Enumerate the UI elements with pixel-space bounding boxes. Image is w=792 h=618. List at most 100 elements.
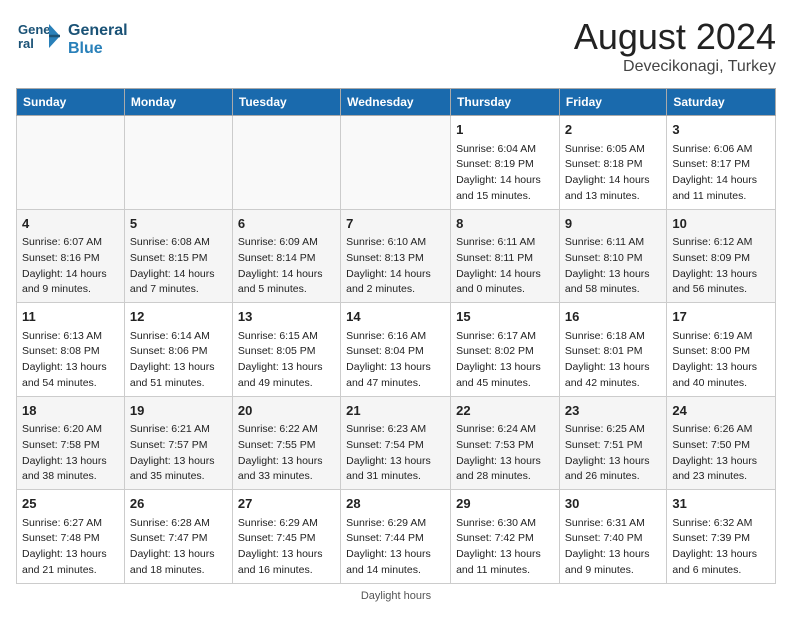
day-info: Sunrise: 6:14 AM bbox=[130, 329, 227, 345]
calendar-cell: 12Sunrise: 6:14 AMSunset: 8:06 PMDayligh… bbox=[124, 303, 232, 397]
calendar-cell: 21Sunrise: 6:23 AMSunset: 7:54 PMDayligh… bbox=[341, 396, 451, 490]
calendar-cell: 4Sunrise: 6:07 AMSunset: 8:16 PMDaylight… bbox=[17, 209, 125, 303]
day-number: 21 bbox=[346, 401, 445, 421]
day-info: Sunset: 8:16 PM bbox=[22, 251, 119, 267]
day-info: Sunrise: 6:32 AM bbox=[672, 516, 770, 532]
day-number: 31 bbox=[672, 494, 770, 514]
calendar-cell: 24Sunrise: 6:26 AMSunset: 7:50 PMDayligh… bbox=[667, 396, 776, 490]
day-number: 19 bbox=[130, 401, 227, 421]
header-thursday: Thursday bbox=[451, 89, 560, 116]
day-info: Sunrise: 6:16 AM bbox=[346, 329, 445, 345]
day-number: 18 bbox=[22, 401, 119, 421]
day-info: Daylight: 13 hours and 31 minutes. bbox=[346, 454, 445, 486]
day-info: Sunset: 7:42 PM bbox=[456, 531, 554, 547]
logo: Gene ral General Blue bbox=[16, 16, 128, 64]
calendar-cell: 16Sunrise: 6:18 AMSunset: 8:01 PMDayligh… bbox=[559, 303, 666, 397]
calendar-cell: 1Sunrise: 6:04 AMSunset: 8:19 PMDaylight… bbox=[451, 116, 560, 210]
page-header: Gene ral General Blue August 2024 Deveci… bbox=[16, 16, 776, 76]
day-info: Sunrise: 6:09 AM bbox=[238, 235, 335, 251]
calendar-cell: 23Sunrise: 6:25 AMSunset: 7:51 PMDayligh… bbox=[559, 396, 666, 490]
calendar-week-4: 18Sunrise: 6:20 AMSunset: 7:58 PMDayligh… bbox=[17, 396, 776, 490]
calendar-cell: 26Sunrise: 6:28 AMSunset: 7:47 PMDayligh… bbox=[124, 490, 232, 584]
header-tuesday: Tuesday bbox=[232, 89, 340, 116]
day-info: Sunset: 7:50 PM bbox=[672, 438, 770, 454]
logo-name-top: General bbox=[68, 22, 128, 40]
day-number: 16 bbox=[565, 307, 661, 327]
calendar-cell: 9Sunrise: 6:11 AMSunset: 8:10 PMDaylight… bbox=[559, 209, 666, 303]
day-info: Daylight: 14 hours and 2 minutes. bbox=[346, 267, 445, 299]
day-number: 9 bbox=[565, 214, 661, 234]
day-info: Daylight: 14 hours and 9 minutes. bbox=[22, 267, 119, 299]
logo-name-bottom: Blue bbox=[68, 40, 128, 58]
header-wednesday: Wednesday bbox=[341, 89, 451, 116]
day-info: Sunrise: 6:11 AM bbox=[565, 235, 661, 251]
header-friday: Friday bbox=[559, 89, 666, 116]
day-info: Sunrise: 6:26 AM bbox=[672, 422, 770, 438]
day-number: 22 bbox=[456, 401, 554, 421]
calendar-week-1: 1Sunrise: 6:04 AMSunset: 8:19 PMDaylight… bbox=[17, 116, 776, 210]
calendar-cell: 15Sunrise: 6:17 AMSunset: 8:02 PMDayligh… bbox=[451, 303, 560, 397]
day-info: Sunrise: 6:12 AM bbox=[672, 235, 770, 251]
day-info: Sunrise: 6:15 AM bbox=[238, 329, 335, 345]
svg-text:Gene: Gene bbox=[18, 22, 51, 37]
day-info: Daylight: 13 hours and 18 minutes. bbox=[130, 547, 227, 579]
calendar-cell: 5Sunrise: 6:08 AMSunset: 8:15 PMDaylight… bbox=[124, 209, 232, 303]
day-number: 26 bbox=[130, 494, 227, 514]
day-number: 12 bbox=[130, 307, 227, 327]
svg-text:ral: ral bbox=[18, 36, 34, 51]
calendar-cell: 14Sunrise: 6:16 AMSunset: 8:04 PMDayligh… bbox=[341, 303, 451, 397]
calendar-cell: 11Sunrise: 6:13 AMSunset: 8:08 PMDayligh… bbox=[17, 303, 125, 397]
day-info: Daylight: 13 hours and 6 minutes. bbox=[672, 547, 770, 579]
day-info: Sunset: 7:51 PM bbox=[565, 438, 661, 454]
calendar-cell bbox=[341, 116, 451, 210]
day-info: Daylight: 13 hours and 58 minutes. bbox=[565, 267, 661, 299]
calendar-cell bbox=[124, 116, 232, 210]
day-number: 25 bbox=[22, 494, 119, 514]
day-info: Sunset: 7:57 PM bbox=[130, 438, 227, 454]
day-info: Sunrise: 6:07 AM bbox=[22, 235, 119, 251]
day-info: Sunrise: 6:21 AM bbox=[130, 422, 227, 438]
day-info: Sunrise: 6:23 AM bbox=[346, 422, 445, 438]
day-info: Daylight: 13 hours and 49 minutes. bbox=[238, 360, 335, 392]
calendar-week-3: 11Sunrise: 6:13 AMSunset: 8:08 PMDayligh… bbox=[17, 303, 776, 397]
day-info: Sunrise: 6:24 AM bbox=[456, 422, 554, 438]
day-info: Daylight: 14 hours and 7 minutes. bbox=[130, 267, 227, 299]
day-info: Daylight: 13 hours and 16 minutes. bbox=[238, 547, 335, 579]
day-info: Daylight: 13 hours and 21 minutes. bbox=[22, 547, 119, 579]
day-number: 29 bbox=[456, 494, 554, 514]
day-info: Sunset: 8:08 PM bbox=[22, 344, 119, 360]
day-info: Sunrise: 6:27 AM bbox=[22, 516, 119, 532]
day-number: 7 bbox=[346, 214, 445, 234]
day-info: Sunset: 8:18 PM bbox=[565, 157, 661, 173]
day-number: 30 bbox=[565, 494, 661, 514]
day-number: 13 bbox=[238, 307, 335, 327]
day-info: Sunset: 8:19 PM bbox=[456, 157, 554, 173]
logo-wordmark: General Blue bbox=[68, 22, 128, 57]
day-info: Sunset: 7:58 PM bbox=[22, 438, 119, 454]
day-number: 27 bbox=[238, 494, 335, 514]
calendar-cell: 10Sunrise: 6:12 AMSunset: 8:09 PMDayligh… bbox=[667, 209, 776, 303]
day-number: 24 bbox=[672, 401, 770, 421]
calendar-cell: 31 Sunrise: 6:32 AMSunset: 7:39 PMDayligh… bbox=[667, 490, 776, 584]
logo-svg: Gene ral bbox=[16, 16, 64, 64]
day-info: Sunrise: 6:25 AM bbox=[565, 422, 661, 438]
day-info: Sunrise: 6:20 AM bbox=[22, 422, 119, 438]
day-info: Daylight: 14 hours and 11 minutes. bbox=[672, 173, 770, 205]
day-info: Daylight: 13 hours and 23 minutes. bbox=[672, 454, 770, 486]
day-info: Daylight: 13 hours and 26 minutes. bbox=[565, 454, 661, 486]
calendar-cell: 20Sunrise: 6:22 AMSunset: 7:55 PMDayligh… bbox=[232, 396, 340, 490]
header-monday: Monday bbox=[124, 89, 232, 116]
calendar-cell: 22Sunrise: 6:24 AMSunset: 7:53 PMDayligh… bbox=[451, 396, 560, 490]
calendar-cell: 18Sunrise: 6:20 AMSunset: 7:58 PMDayligh… bbox=[17, 396, 125, 490]
day-info: Sunset: 8:09 PM bbox=[672, 251, 770, 267]
day-info: Sunrise: 6:29 AM bbox=[346, 516, 445, 532]
calendar-cell bbox=[232, 116, 340, 210]
day-info: Daylight: 13 hours and 28 minutes. bbox=[456, 454, 554, 486]
day-info: Sunset: 7:48 PM bbox=[22, 531, 119, 547]
day-info: Daylight: 13 hours and 38 minutes. bbox=[22, 454, 119, 486]
day-info: Daylight: 14 hours and 13 minutes. bbox=[565, 173, 661, 205]
calendar-cell: 27Sunrise: 6:29 AMSunset: 7:45 PMDayligh… bbox=[232, 490, 340, 584]
day-info: Sunrise: 6:29 AM bbox=[238, 516, 335, 532]
day-number: 10 bbox=[672, 214, 770, 234]
day-info: Sunset: 7:39 PM bbox=[672, 531, 770, 547]
